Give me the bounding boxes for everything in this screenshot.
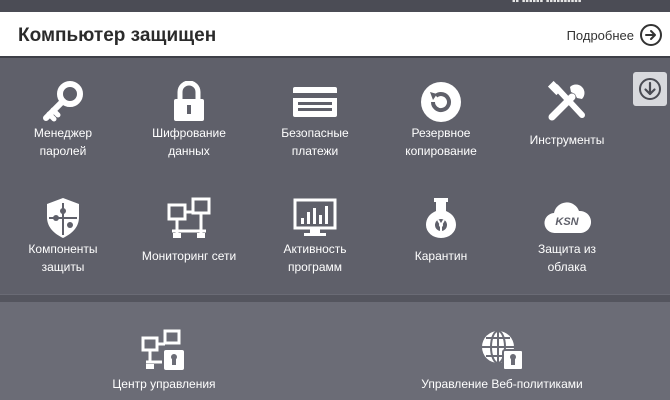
tile-network-monitor[interactable]: Мониторинг сети <box>126 176 252 288</box>
tile-label: Резервное копирование <box>405 126 477 158</box>
arrow-down-circle-icon <box>639 78 661 100</box>
tile-label: Центр управления <box>112 377 216 391</box>
key-icon <box>0 80 126 124</box>
scroll-down-button[interactable] <box>633 72 667 106</box>
ksn-cloud-icon: KSN <box>504 196 630 240</box>
shield-puzzle-icon <box>0 196 126 240</box>
tile-application-activity[interactable]: Активность программ <box>252 176 378 288</box>
status-title: Компьютер защищен <box>18 25 217 46</box>
backup-icon <box>378 80 504 124</box>
ksn-badge: KSN <box>555 216 579 228</box>
tile-data-encryption[interactable]: Шифрование данных <box>126 60 252 172</box>
top-links-fragment: ▪▪ ▪▪▪▪▪▪ ▪▪▪▪▪▪▪▪▪▪ <box>512 0 582 7</box>
tile-label: Менеджер паролей <box>33 126 93 158</box>
tile-control-center[interactable]: Центр управления <box>82 302 246 400</box>
tile-label: Шифрование данных <box>152 126 226 158</box>
tile-label: Управление Веб-политиками <box>421 377 583 391</box>
flask-icon <box>378 196 504 240</box>
network-icon <box>126 196 252 240</box>
tools-grid: Менеджер паролей Шифрование данных Безоп… <box>0 60 630 294</box>
bottom-panel: Центр управления Управление Веб-политика… <box>0 302 670 400</box>
tile-protection-components[interactable]: Компоненты защиты <box>0 176 126 288</box>
protection-status-bar: Компьютер защищен Подробнее <box>0 12 670 58</box>
details-link[interactable]: Подробнее <box>567 23 662 47</box>
tile-label: Защита из облака <box>537 242 597 274</box>
tile-backup[interactable]: Резервное копирование <box>378 60 504 172</box>
arrow-right-icon[interactable] <box>640 24 662 46</box>
tile-label: Активность программ <box>283 242 347 274</box>
tile-label: Карантин <box>414 249 468 263</box>
control-center-icon <box>82 328 246 372</box>
tile-label: Инструменты <box>529 133 605 147</box>
web-policy-icon <box>414 328 590 372</box>
tile-label: Мониторинг сети <box>141 249 237 263</box>
card-icon <box>252 80 378 124</box>
tools-icon <box>504 80 630 124</box>
tile-label: Компоненты защиты <box>28 242 98 274</box>
top-strip: ▪▪ ▪▪▪▪▪▪ ▪▪▪▪▪▪▪▪▪▪ <box>0 0 670 12</box>
tile-password-manager[interactable]: Менеджер паролей <box>0 60 126 172</box>
lock-icon <box>126 80 252 124</box>
tile-cloud-protection[interactable]: KSN Защита из облака <box>504 176 630 288</box>
tools-panel: Менеджер паролей Шифрование данных Безоп… <box>0 60 670 294</box>
tile-quarantine[interactable]: Карантин <box>378 176 504 288</box>
tile-safe-money[interactable]: Безопасные платежи <box>252 60 378 172</box>
details-label: Подробнее <box>566 27 634 43</box>
monitor-chart-icon <box>252 196 378 240</box>
tile-web-policy[interactable]: Управление Веб-политиками <box>414 302 590 400</box>
tile-label: Безопасные платежи <box>281 126 349 158</box>
tile-tools[interactable]: Инструменты <box>504 60 630 172</box>
